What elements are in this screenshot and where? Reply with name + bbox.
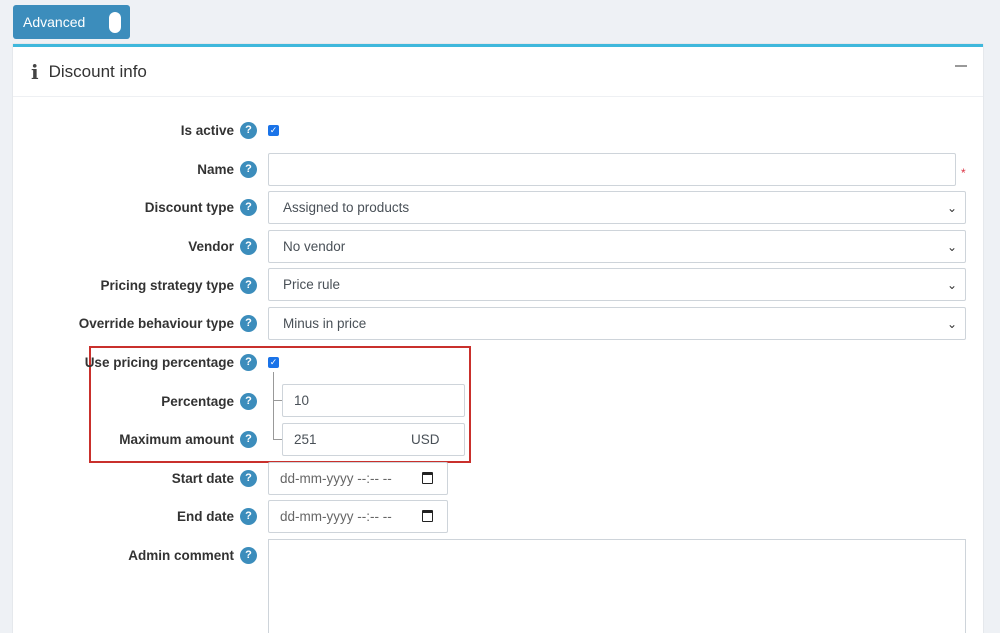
- use-pricing-percentage-checkbox[interactable]: ✓: [268, 357, 279, 368]
- name-input[interactable]: [268, 153, 956, 186]
- help-icon[interactable]: ?: [240, 122, 257, 139]
- start-date-label: Start date: [171, 471, 234, 486]
- name-label: Name: [197, 162, 234, 177]
- admin-comment-textarea[interactable]: [268, 539, 966, 633]
- override-behaviour-type-label: Override behaviour type: [78, 316, 234, 331]
- vendor-select[interactable]: No vendor ⌄: [268, 230, 966, 263]
- override-behaviour-type-value: Minus in price: [283, 316, 367, 331]
- calendar-icon[interactable]: [422, 510, 433, 522]
- maximum-amount-value: 251: [294, 432, 317, 447]
- tree-connector: [273, 439, 282, 440]
- is-active-checkbox[interactable]: ✓: [268, 125, 279, 136]
- maximum-amount-input[interactable]: 251 USD: [282, 423, 465, 456]
- vendor-label: Vendor: [188, 239, 234, 254]
- help-icon[interactable]: ?: [240, 547, 257, 564]
- card-header[interactable]: i Discount info: [13, 47, 983, 97]
- card-title: Discount info: [48, 61, 147, 81]
- chevron-down-icon: ⌄: [946, 278, 957, 292]
- help-icon[interactable]: ?: [240, 470, 257, 487]
- advanced-toggle-label: Advanced: [23, 14, 86, 30]
- help-icon[interactable]: ?: [240, 238, 257, 255]
- admin-comment-label: Admin comment: [128, 548, 234, 563]
- tree-connector: [273, 400, 282, 401]
- vendor-value: No vendor: [283, 239, 346, 254]
- help-icon[interactable]: ?: [240, 508, 257, 525]
- end-date-label: End date: [176, 509, 234, 524]
- chevron-down-icon: ⌄: [946, 317, 957, 331]
- help-icon[interactable]: ?: [240, 393, 257, 410]
- help-icon[interactable]: ?: [240, 431, 257, 448]
- discount-type-value: Assigned to products: [283, 200, 410, 215]
- collapse-icon[interactable]: [955, 65, 967, 67]
- help-icon[interactable]: ?: [240, 354, 257, 371]
- help-icon[interactable]: ?: [240, 315, 257, 332]
- maximum-amount-label: Maximum amount: [119, 432, 234, 447]
- info-icon: i: [31, 59, 39, 84]
- tree-connector: [273, 372, 274, 440]
- end-date-placeholder: dd-mm-yyyy --:-- --: [280, 509, 392, 524]
- pricing-strategy-type-value: Price rule: [283, 277, 341, 292]
- override-behaviour-type-select[interactable]: Minus in price ⌄: [268, 307, 966, 340]
- discount-type-select[interactable]: Assigned to products ⌄: [268, 191, 966, 224]
- discount-type-label: Discount type: [144, 200, 234, 215]
- percentage-label: Percentage: [161, 394, 234, 409]
- end-date-input[interactable]: dd-mm-yyyy --:-- --: [268, 500, 448, 533]
- currency-label: USD: [411, 432, 440, 447]
- required-marker: *: [961, 166, 966, 180]
- chevron-down-icon: ⌄: [946, 240, 957, 254]
- is-active-label: Is active: [180, 123, 234, 138]
- chevron-down-icon: ⌄: [946, 201, 957, 215]
- pricing-strategy-type-label: Pricing strategy type: [100, 278, 234, 293]
- percentage-input[interactable]: 10: [282, 384, 465, 417]
- help-icon[interactable]: ?: [240, 161, 257, 178]
- calendar-icon[interactable]: [422, 472, 433, 484]
- advanced-toggle[interactable]: Advanced: [13, 5, 130, 39]
- help-icon[interactable]: ?: [240, 199, 257, 216]
- pricing-strategy-type-select[interactable]: Price rule ⌄: [268, 268, 966, 301]
- start-date-placeholder: dd-mm-yyyy --:-- --: [280, 471, 392, 486]
- toggle-knob[interactable]: [109, 12, 121, 33]
- help-icon[interactable]: ?: [240, 277, 257, 294]
- use-pricing-percentage-label: Use pricing percentage: [84, 355, 234, 370]
- start-date-input[interactable]: dd-mm-yyyy --:-- --: [268, 462, 448, 495]
